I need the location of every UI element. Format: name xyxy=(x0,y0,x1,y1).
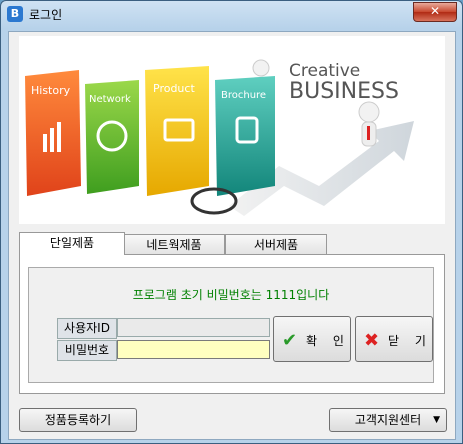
tab-network-product[interactable]: 네트웍제품 xyxy=(123,234,225,255)
card-network: Network xyxy=(85,80,139,194)
card-product: Product xyxy=(145,66,209,196)
check-icon: ✔ xyxy=(282,330,298,351)
customer-support-button[interactable]: 고객지원센터 ▼ xyxy=(329,408,447,432)
x-icon: ✖ xyxy=(364,330,380,351)
confirm-button[interactable]: ✔ 확 인 xyxy=(273,316,351,362)
card-history: History xyxy=(25,70,81,196)
close-button[interactable]: ✖ 닫 기 xyxy=(355,316,433,362)
password-notice: 프로그램 초기 비밀번호는 1111입니다 xyxy=(132,288,330,302)
svg-text:Product: Product xyxy=(153,82,195,95)
close-label: 닫 기 xyxy=(388,334,432,348)
svg-text:Brochure: Brochure xyxy=(221,90,266,101)
client-area: History Network Product Brochure Creativ… xyxy=(8,31,456,440)
tab-panel: 프로그램 초기 비밀번호는 1111입니다 사용자ID 비밀번호 ✔ 확 인 ✖… xyxy=(19,254,445,394)
customer-support-label: 고객지원센터 xyxy=(354,413,422,427)
app-icon: B xyxy=(7,6,23,22)
login-window: B 로그인 ✕ History Network Product Brochure… xyxy=(0,0,463,444)
tab-single-product[interactable]: 단일제품 xyxy=(19,232,125,255)
user-id-label: 사용자ID xyxy=(57,318,117,339)
dropdown-arrow-icon: ▼ xyxy=(433,415,440,425)
banner-image: History Network Product Brochure Creativ… xyxy=(19,36,445,224)
close-window-button[interactable]: ✕ xyxy=(413,2,457,22)
user-id-field[interactable] xyxy=(117,318,270,337)
banner-graphic: History Network Product Brochure Creativ… xyxy=(19,36,445,224)
banner-heading-1: Creative xyxy=(289,61,360,81)
banner-heading-2: BUSINESS xyxy=(289,79,399,104)
password-field[interactable] xyxy=(117,340,270,359)
svg-text:Network: Network xyxy=(89,94,131,105)
password-label: 비밀번호 xyxy=(57,340,117,361)
card-brochure: Brochure xyxy=(215,76,275,196)
confirm-label: 확 인 xyxy=(306,334,350,348)
tab-server-product[interactable]: 서버제품 xyxy=(225,234,327,255)
svg-text:History: History xyxy=(31,84,71,97)
register-product-button[interactable]: 정품등록하기 xyxy=(19,408,137,432)
title-bar[interactable]: B 로그인 ✕ xyxy=(1,1,462,27)
login-form: 프로그램 초기 비밀번호는 1111입니다 사용자ID 비밀번호 ✔ 확 인 ✖… xyxy=(28,267,434,383)
window-title: 로그인 xyxy=(29,8,63,22)
